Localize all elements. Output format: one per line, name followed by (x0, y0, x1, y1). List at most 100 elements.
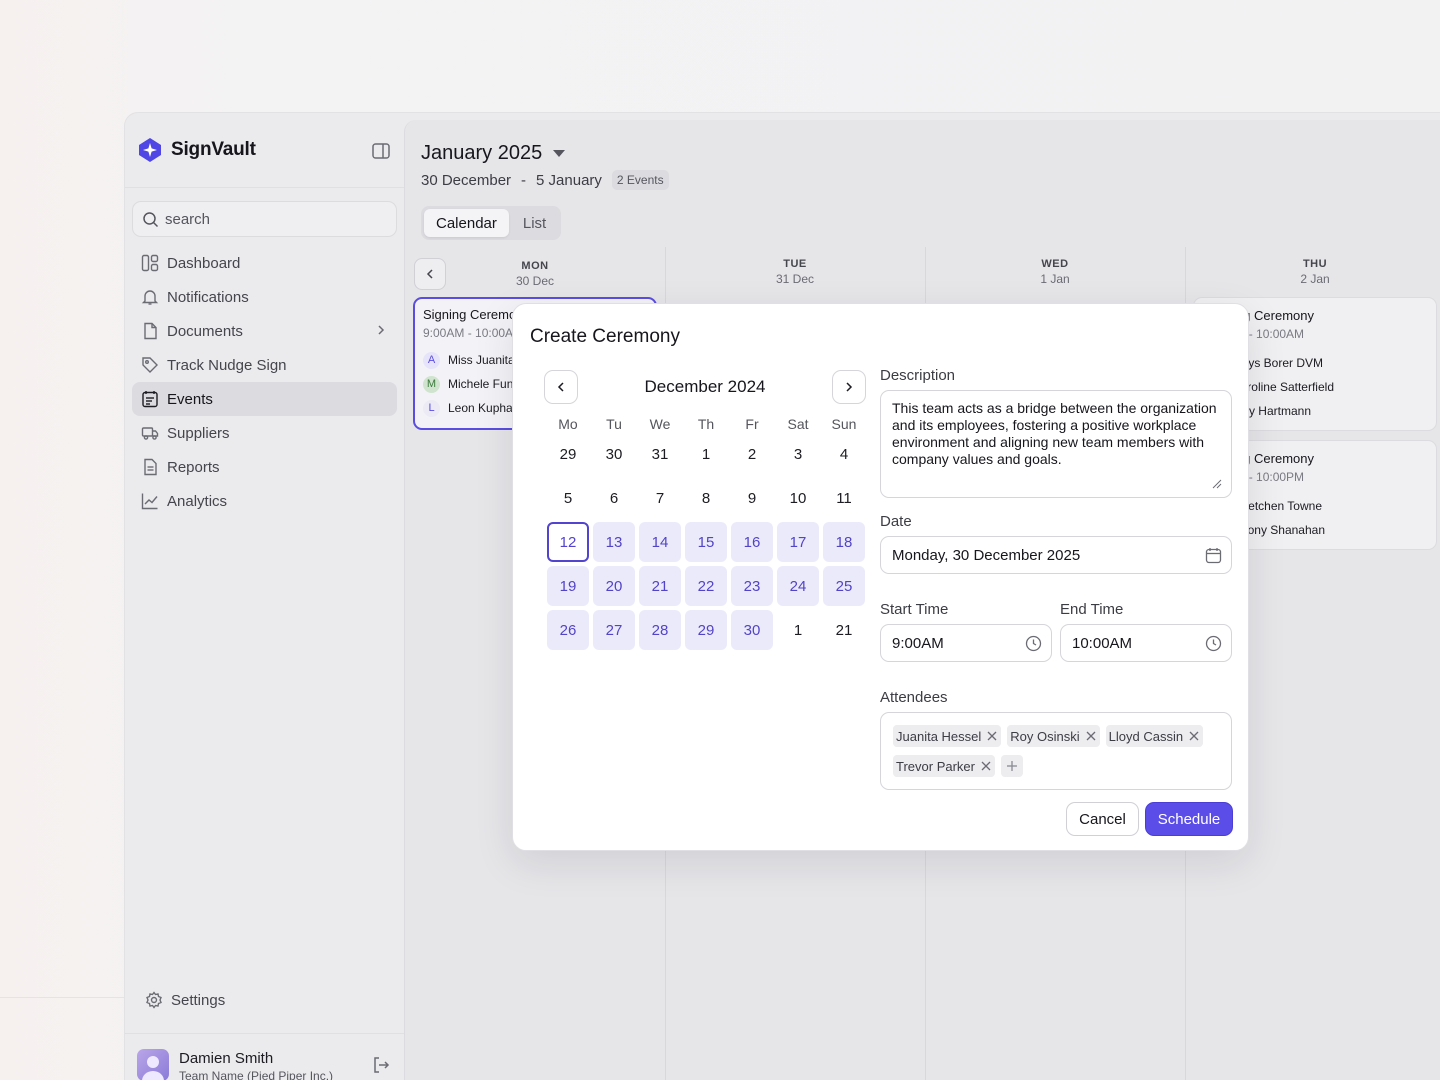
calendar-day[interactable]: 9 (729, 476, 775, 520)
tab-list[interactable]: List (511, 209, 558, 237)
calendar-day[interactable]: 24 (775, 564, 821, 608)
sidebar-nav: Dashboard Notifications Documents Track … (132, 246, 397, 518)
day-number: 4 (839, 445, 849, 463)
attendees-field[interactable]: Juanita Hessel Roy Osinski Lloyd Cassin … (880, 712, 1232, 790)
settings-label: Settings (171, 991, 226, 1009)
clock-icon (1025, 635, 1042, 652)
logout-icon[interactable] (371, 1055, 391, 1075)
caret-down-icon (553, 150, 566, 157)
calendar-day[interactable]: 29 (683, 608, 729, 652)
start-time-field[interactable]: 9:00AM (880, 624, 1052, 662)
bell-icon (141, 290, 159, 305)
calendar-day[interactable]: 1 (775, 608, 821, 652)
sidebar-toggle-icon[interactable] (371, 141, 391, 161)
calendar-day[interactable]: 8 (683, 476, 729, 520)
calendar-day[interactable]: 17 (775, 520, 821, 564)
calendar-day[interactable]: 21 (821, 608, 867, 652)
day-date: 2 Jan (1300, 272, 1330, 286)
resize-handle-icon[interactable] (1212, 479, 1222, 489)
dialog-title: Create Ceremony (530, 326, 680, 347)
sidebar-item-label: Track Nudge Sign (167, 356, 287, 374)
close-icon[interactable] (981, 761, 991, 771)
calendar-day[interactable]: 13 (591, 520, 637, 564)
calendar-day[interactable]: 11 (821, 476, 867, 520)
calendar-day[interactable]: 12 (545, 520, 591, 564)
end-time-field[interactable]: 10:00AM (1060, 624, 1232, 662)
close-icon[interactable] (1086, 731, 1096, 741)
calendar-day[interactable]: 30 (729, 608, 775, 652)
add-attendee-button[interactable] (1000, 755, 1023, 777)
cancel-button[interactable]: Cancel (1066, 802, 1139, 836)
calendar-day[interactable]: 22 (683, 564, 729, 608)
tab-calendar[interactable]: Calendar (424, 209, 509, 237)
user-divider (125, 1033, 404, 1034)
sidebar-item-documents[interactable]: Documents (132, 314, 397, 348)
description-label: Description (880, 367, 956, 384)
user-profile[interactable]: Damien Smith Team Name (Pied Piper Inc.) (137, 1049, 333, 1080)
start-time-value: 9:00AM (892, 634, 944, 652)
sidebar-item-track-nudge-sign[interactable]: Track Nudge Sign (132, 348, 397, 382)
sidebar-item-suppliers[interactable]: Suppliers (132, 416, 397, 450)
calendar-day[interactable]: 21 (637, 564, 683, 608)
sidebar-item-label: Reports (167, 458, 220, 476)
sidebar-item-events[interactable]: Events (132, 382, 397, 416)
calendar-day[interactable]: 29 (545, 432, 591, 476)
day-number: 23 (743, 577, 761, 595)
settings-link[interactable]: Settings (145, 991, 225, 1009)
schedule-button[interactable]: Schedule (1145, 802, 1233, 836)
brand[interactable]: SignVault (137, 137, 256, 163)
calendar-day[interactable]: 23 (729, 564, 775, 608)
day-number: 30 (605, 445, 623, 463)
calendar-day[interactable]: 3 (775, 432, 821, 476)
day-number: 7 (655, 489, 665, 507)
clock-icon (1205, 635, 1222, 652)
day-number: 29 (559, 445, 577, 463)
sidebar-item-label: Events (167, 390, 213, 408)
sidebar-item-analytics[interactable]: Analytics (132, 484, 397, 518)
previous-week-button[interactable] (414, 258, 446, 290)
dashboard-icon (141, 254, 159, 272)
day-number: 31 (651, 445, 669, 463)
sidebar-item-dashboard[interactable]: Dashboard (132, 246, 397, 280)
calendar-day[interactable]: 20 (591, 564, 637, 608)
sidebar-item-reports[interactable]: Reports (132, 450, 397, 484)
date-field[interactable]: Monday, 30 December 2025 (880, 536, 1232, 574)
calendar-day[interactable]: 5 (545, 476, 591, 520)
calendar-day[interactable]: 7 (637, 476, 683, 520)
day-number: 10 (789, 489, 807, 507)
calendar-day[interactable]: 27 (591, 608, 637, 652)
search-box[interactable] (132, 201, 397, 237)
calendar-day[interactable]: 16 (729, 520, 775, 564)
calendar-day[interactable]: 4 (821, 432, 867, 476)
calendar-day[interactable]: 6 (591, 476, 637, 520)
calendar-day[interactable]: 2 (729, 432, 775, 476)
calendar-day[interactable]: 28 (637, 608, 683, 652)
attendee-chip-label: Lloyd Cassin (1108, 728, 1184, 744)
calendar-day[interactable]: 14 (637, 520, 683, 564)
calendar-day[interactable]: 25 (821, 564, 867, 608)
calendar-day[interactable]: 10 (775, 476, 821, 520)
month-selector[interactable]: January 2025 (421, 142, 566, 165)
sidebar-item-notifications[interactable]: Notifications (132, 280, 397, 314)
calendar-day[interactable]: 18 (821, 520, 867, 564)
attendee-initial: L (423, 399, 440, 417)
calendar-day[interactable]: 1 (683, 432, 729, 476)
next-month-button[interactable] (832, 370, 866, 404)
close-icon[interactable] (987, 731, 997, 741)
date-label: Date (880, 513, 912, 530)
previous-month-button[interactable] (544, 370, 578, 404)
close-icon[interactable] (1189, 731, 1199, 741)
calendar-day[interactable]: 31 (637, 432, 683, 476)
range-start: 30 December (421, 171, 512, 189)
user-team: Team Name (Pied Piper Inc.) (179, 1069, 334, 1080)
attendee-name: Michele Funk (448, 377, 520, 391)
calendar-day[interactable]: 26 (545, 608, 591, 652)
month-title: January 2025 (421, 142, 543, 164)
sidebar-item-label: Suppliers (167, 424, 230, 442)
calendar-day[interactable]: 19 (545, 564, 591, 608)
day-number: 6 (609, 489, 619, 507)
calendar-day[interactable]: 30 (591, 432, 637, 476)
description-textarea[interactable] (880, 390, 1232, 498)
search-input[interactable] (165, 210, 365, 228)
calendar-day[interactable]: 15 (683, 520, 729, 564)
